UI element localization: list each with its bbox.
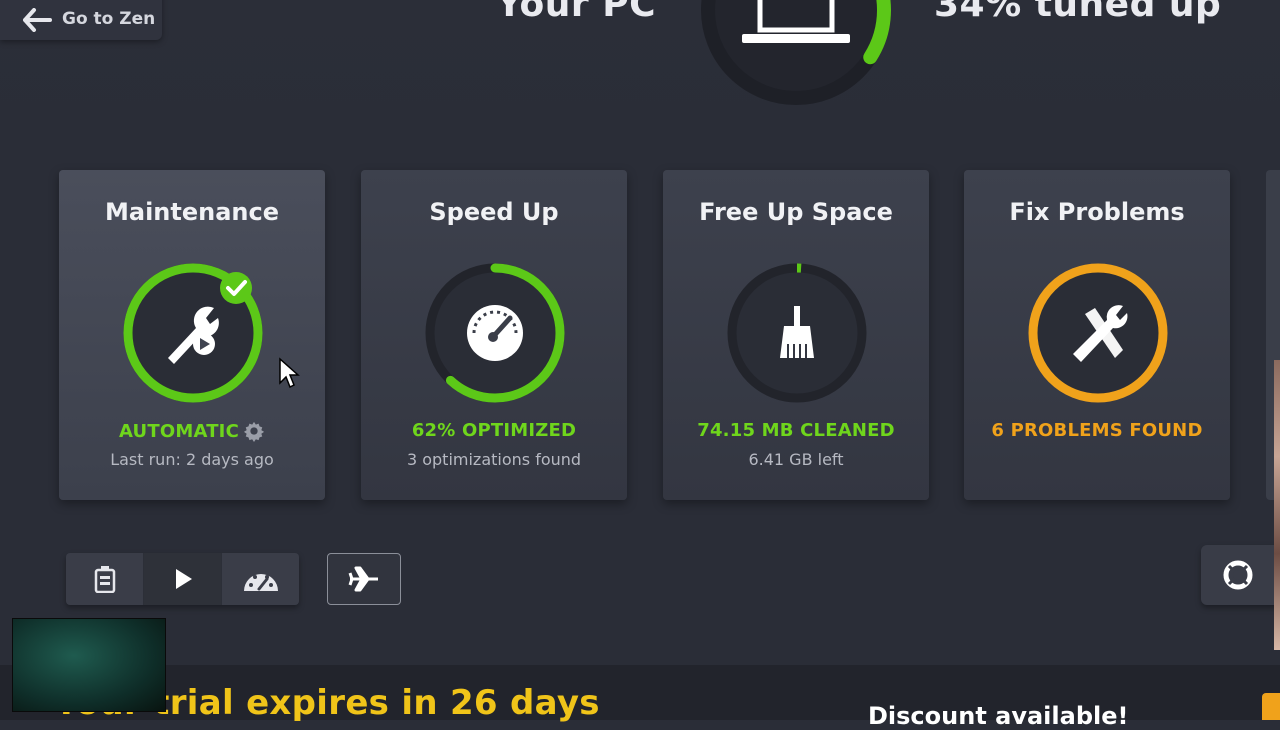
speed-up-card[interactable]: Speed Up 62% OPTIMIZED 3 optimizations f… bbox=[361, 170, 627, 500]
standard-mode-button[interactable] bbox=[144, 553, 222, 605]
speedometer-icon bbox=[467, 305, 523, 361]
free-up-space-sub: 6.41 GB left bbox=[748, 450, 844, 469]
fix-problems-status: 6 PROBLEMS FOUND bbox=[991, 420, 1203, 441]
card-title: Free Up Space bbox=[699, 198, 893, 226]
help-button[interactable] bbox=[1201, 545, 1280, 605]
maintenance-status: AUTOMATIC bbox=[59, 420, 325, 442]
flight-mode-button[interactable] bbox=[327, 553, 401, 605]
tune-up-status: 34% tuned up bbox=[934, 0, 1222, 25]
webcam-overlay bbox=[12, 618, 166, 712]
tune-up-gauge bbox=[701, 0, 891, 105]
maintenance-card[interactable]: Maintenance AUTOMATIC Last run: 2 days a… bbox=[59, 170, 325, 500]
speed-up-gauge bbox=[425, 263, 565, 403]
lifebuoy-icon bbox=[1223, 560, 1253, 590]
play-icon bbox=[175, 569, 192, 589]
discount-link[interactable]: Discount available! bbox=[868, 702, 1128, 730]
card-title: Speed Up bbox=[429, 198, 559, 226]
go-to-zen-button[interactable]: Go to Zen bbox=[0, 0, 162, 40]
fix-problems-card[interactable]: Fix Problems 6 PROBLEMS FOUND bbox=[964, 170, 1230, 500]
card-title: Maintenance bbox=[104, 198, 279, 226]
maintenance-last-run: Last run: 2 days ago bbox=[110, 450, 274, 469]
pc-mode-selector bbox=[66, 553, 299, 605]
gauge-icon bbox=[243, 574, 278, 591]
airplane-icon bbox=[348, 566, 378, 592]
free-up-space-card[interactable]: Free Up Space 74.15 MB CLEANED 6.41 GB l… bbox=[663, 170, 929, 500]
speed-up-sub: 3 optimizations found bbox=[406, 450, 582, 469]
maintenance-status-label: AUTOMATIC bbox=[118, 420, 239, 442]
battery-icon bbox=[94, 566, 115, 593]
gear-icon[interactable] bbox=[243, 420, 265, 442]
mouse-cursor-icon bbox=[279, 357, 300, 389]
go-to-zen-label: Go to Zen bbox=[62, 9, 156, 29]
fix-problems-gauge bbox=[1028, 263, 1168, 403]
arrow-left-icon bbox=[23, 8, 52, 32]
maintenance-gauge bbox=[123, 263, 263, 403]
buy-button-edge[interactable] bbox=[1262, 693, 1280, 720]
header-title: Your PC bbox=[496, 0, 656, 25]
free-up-space-gauge bbox=[727, 263, 867, 403]
speed-up-status: 62% OPTIMIZED bbox=[411, 420, 577, 441]
background-window-edge bbox=[1274, 360, 1280, 650]
turbo-mode-button[interactable] bbox=[222, 553, 299, 605]
free-up-space-status: 74.15 MB CLEANED bbox=[697, 420, 895, 441]
economy-mode-button[interactable] bbox=[66, 553, 144, 605]
card-title: Fix Problems bbox=[1009, 198, 1185, 226]
check-badge-icon bbox=[220, 272, 252, 304]
